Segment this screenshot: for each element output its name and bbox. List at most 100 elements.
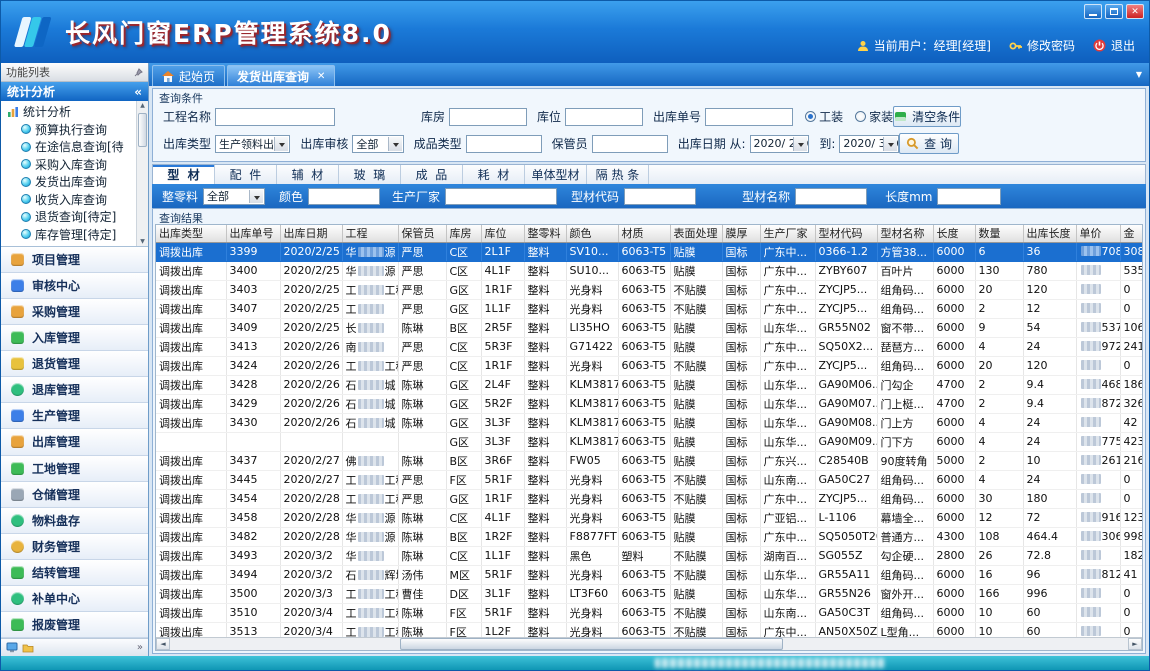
- cell[interactable]: 1L1F: [481, 299, 524, 318]
- cell[interactable]: 光身料: [566, 299, 618, 318]
- cell[interactable]: 2020/3/4: [280, 603, 342, 622]
- cell[interactable]: 整料: [524, 622, 566, 637]
- cell[interactable]: 调拨出库: [156, 242, 226, 261]
- cell[interactable]: 0: [1120, 603, 1142, 622]
- cell[interactable]: 勾企硬...: [877, 546, 933, 565]
- cell[interactable]: 2L4F: [481, 375, 524, 394]
- cell[interactable]: 国标: [722, 546, 760, 565]
- cell[interactable]: 调拨出库: [156, 356, 226, 375]
- cell[interactable]: 山东华...: [760, 318, 815, 337]
- cell[interactable]: 组角码...: [877, 280, 933, 299]
- column-header[interactable]: 出库日期: [280, 225, 342, 242]
- more-icon[interactable]: »: [137, 642, 143, 653]
- cell[interactable]: 6000: [933, 356, 975, 375]
- cell[interactable]: 6063-T5: [618, 622, 670, 637]
- cell[interactable]: 组角码...: [877, 470, 933, 489]
- cell[interactable]: [280, 432, 342, 451]
- cell[interactable]: 光身料: [566, 622, 618, 637]
- cell[interactable]: 5R1F: [481, 603, 524, 622]
- cell[interactable]: 3428: [226, 375, 280, 394]
- cell[interactable]: SQ5050T20: [815, 527, 877, 546]
- cell[interactable]: 108: [975, 527, 1023, 546]
- cell[interactable]: M区: [446, 565, 481, 584]
- cell[interactable]: LT3F60: [566, 584, 618, 603]
- cell[interactable]: C区: [446, 356, 481, 375]
- cell[interactable]: 山东华...: [760, 375, 815, 394]
- cell[interactable]: 6063-T5: [618, 318, 670, 337]
- cell[interactable]: G区: [446, 280, 481, 299]
- table-row[interactable]: 调拨出库33992020/2/25华源严思C区2L1F整料SV10...6063…: [156, 242, 1142, 261]
- cell[interactable]: 3R6F: [481, 451, 524, 470]
- column-header[interactable]: 数量: [975, 225, 1023, 242]
- tab-home[interactable]: 起始页: [152, 65, 225, 86]
- table-row[interactable]: G区3L3F整料KLM38176063-T5贴膜国标山东华...GA90M09.…: [156, 432, 1142, 451]
- close-button[interactable]: ✕: [1126, 4, 1144, 19]
- sidebar-menu-item[interactable]: 入库管理: [1, 325, 148, 351]
- cell[interactable]: 10: [1023, 451, 1076, 470]
- material-tab[interactable]: 配 件: [215, 165, 277, 184]
- cell[interactable]: 9.4: [1023, 394, 1076, 413]
- cell[interactable]: 国标: [722, 299, 760, 318]
- cell[interactable]: 3L1F: [481, 584, 524, 603]
- cell[interactable]: 468: [1076, 375, 1120, 394]
- column-header[interactable]: 型材名称: [877, 225, 933, 242]
- cell[interactable]: 2020/2/26: [280, 413, 342, 432]
- cell[interactable]: 光身料: [566, 565, 618, 584]
- cell[interactable]: 陈琳: [398, 394, 446, 413]
- cell[interactable]: 国标: [722, 280, 760, 299]
- cell[interactable]: 工工程: [342, 356, 398, 375]
- cell[interactable]: 国标: [722, 394, 760, 413]
- cell[interactable]: 2R5F: [481, 318, 524, 337]
- cell[interactable]: C区: [446, 508, 481, 527]
- cell[interactable]: 调拨出库: [156, 261, 226, 280]
- cell[interactable]: 996: [1023, 584, 1076, 603]
- cell[interactable]: 调拨出库: [156, 413, 226, 432]
- column-header[interactable]: 膜厚: [722, 225, 760, 242]
- folder-icon[interactable]: [22, 643, 34, 653]
- cell[interactable]: 24: [1023, 432, 1076, 451]
- cell[interactable]: 整料: [524, 413, 566, 432]
- cell[interactable]: 20: [975, 356, 1023, 375]
- cell[interactable]: 6000: [933, 242, 975, 261]
- tree-item[interactable]: 退货查询[待定]: [5, 208, 135, 226]
- cell[interactable]: 3400: [226, 261, 280, 280]
- cell[interactable]: 调拨出库: [156, 280, 226, 299]
- cell[interactable]: 调拨出库: [156, 470, 226, 489]
- cell[interactable]: 工工程: [342, 603, 398, 622]
- table-row[interactable]: 调拨出库34292020/2/26石城陈琳G区5R2F整料KLM38176063…: [156, 394, 1142, 413]
- cell[interactable]: 3445: [226, 470, 280, 489]
- cell[interactable]: 陈琳: [398, 413, 446, 432]
- cell[interactable]: 调拨出库: [156, 603, 226, 622]
- cell[interactable]: C区: [446, 546, 481, 565]
- material-tab[interactable]: 单体型材: [525, 165, 587, 184]
- cell[interactable]: 国标: [722, 242, 760, 261]
- horizontal-scrollbar[interactable]: ◄ ►: [156, 637, 1142, 650]
- cell[interactable]: 2: [975, 451, 1023, 470]
- cell[interactable]: 严思: [398, 337, 446, 356]
- sidebar-menu-item[interactable]: 项目管理: [1, 247, 148, 273]
- sidebar-menu-item[interactable]: 补单中心: [1, 586, 148, 612]
- cell[interactable]: 1R1F: [481, 489, 524, 508]
- cell[interactable]: 6063-T5: [618, 375, 670, 394]
- cell[interactable]: L型角...: [877, 622, 933, 637]
- cell[interactable]: 汤伟: [398, 565, 446, 584]
- tree-item[interactable]: 发货出库查询: [5, 173, 135, 191]
- cell[interactable]: 0: [1120, 489, 1142, 508]
- sidebar-menu-item[interactable]: 生产管理: [1, 403, 148, 429]
- collapse-icon[interactable]: «: [134, 85, 142, 99]
- cell[interactable]: SU10...: [566, 261, 618, 280]
- cell[interactable]: 6063-T5: [618, 242, 670, 261]
- cell[interactable]: 4: [975, 413, 1023, 432]
- change-password-link[interactable]: 修改密码: [1009, 37, 1075, 54]
- cell[interactable]: 贴膜: [670, 375, 722, 394]
- location-input[interactable]: [565, 108, 643, 126]
- cell[interactable]: 整料: [524, 242, 566, 261]
- cell[interactable]: 调拨出库: [156, 375, 226, 394]
- cell[interactable]: 42: [1120, 413, 1142, 432]
- color-input[interactable]: [308, 188, 380, 205]
- order-no-input[interactable]: [705, 108, 793, 126]
- cell[interactable]: 4700: [933, 375, 975, 394]
- cell[interactable]: 贴膜: [670, 527, 722, 546]
- cell[interactable]: 0: [1120, 356, 1142, 375]
- cell[interactable]: KLM3817: [566, 375, 618, 394]
